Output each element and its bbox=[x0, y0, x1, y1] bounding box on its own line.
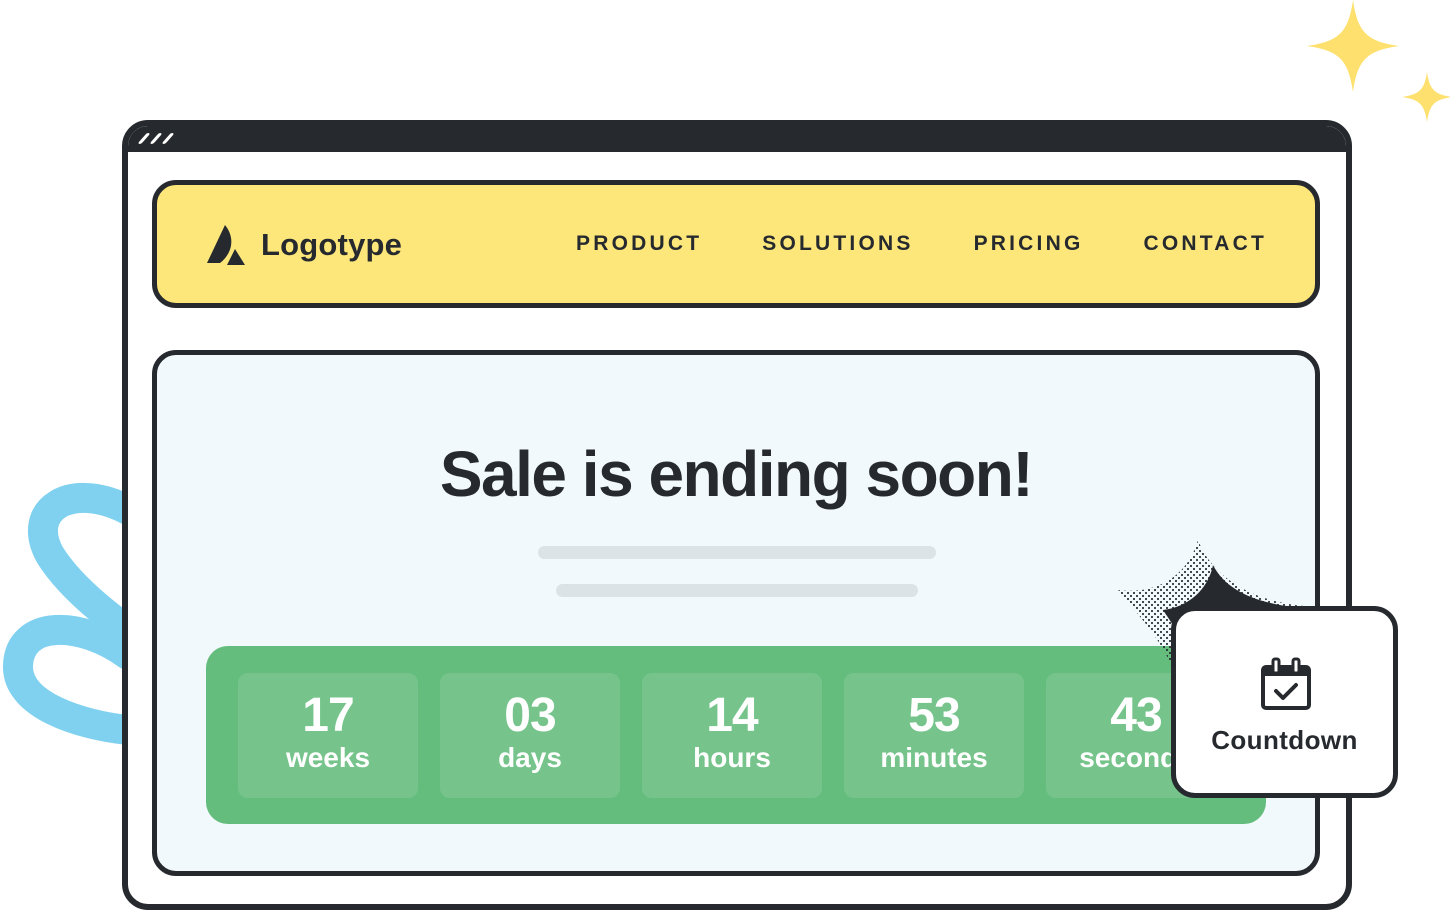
sparkle-icon bbox=[1307, 0, 1399, 92]
hero-title: Sale is ending soon! bbox=[439, 438, 1034, 510]
calendar-check-icon bbox=[1261, 657, 1311, 710]
countdown-weeks: 17 weeks bbox=[238, 673, 418, 798]
countdown-value: 14 bbox=[706, 689, 758, 742]
countdown-value: 53 bbox=[908, 689, 960, 742]
sparkle-small-icon bbox=[1402, 72, 1450, 122]
countdown-unit: hours bbox=[693, 742, 771, 773]
placeholder-text-line bbox=[556, 584, 918, 597]
countdown-days: 03 days bbox=[440, 673, 620, 798]
countdown-hours: 14 hours bbox=[642, 673, 822, 798]
nav-link-product[interactable]: PRODUCT bbox=[576, 232, 702, 256]
countdown-unit: days bbox=[498, 742, 562, 773]
logotype-mark-icon bbox=[207, 225, 245, 265]
logo[interactable]: Logotype bbox=[205, 223, 402, 267]
card-label: Countdown bbox=[1211, 725, 1358, 755]
nav-links: PRODUCT SOLUTIONS PRICING CONTACT bbox=[576, 185, 1267, 303]
countdown-timer: 17 weeks 03 days 14 hours 53 minutes 43 … bbox=[206, 646, 1266, 824]
navbar: Logotype PRODUCT SOLUTIONS PRICING CONTA… bbox=[152, 180, 1320, 308]
window-dots-icon bbox=[137, 132, 175, 145]
countdown-unit: minutes bbox=[880, 742, 988, 773]
countdown-unit: weeks bbox=[285, 742, 371, 773]
logo-text: Logotype bbox=[261, 227, 403, 262]
countdown-value: 03 bbox=[504, 689, 556, 742]
nav-link-contact[interactable]: CONTACT bbox=[1144, 232, 1268, 256]
nav-link-solutions[interactable]: SOLUTIONS bbox=[762, 232, 913, 256]
placeholder-text-line bbox=[538, 546, 936, 559]
nav-link-pricing[interactable]: PRICING bbox=[974, 232, 1084, 256]
squiggle-decoration bbox=[3, 482, 130, 745]
countdown-value: 17 bbox=[302, 689, 354, 742]
countdown-widget-card[interactable]: Countdown bbox=[1171, 606, 1398, 798]
countdown-minutes: 53 minutes bbox=[844, 673, 1024, 798]
window-titlebar bbox=[128, 126, 1346, 152]
